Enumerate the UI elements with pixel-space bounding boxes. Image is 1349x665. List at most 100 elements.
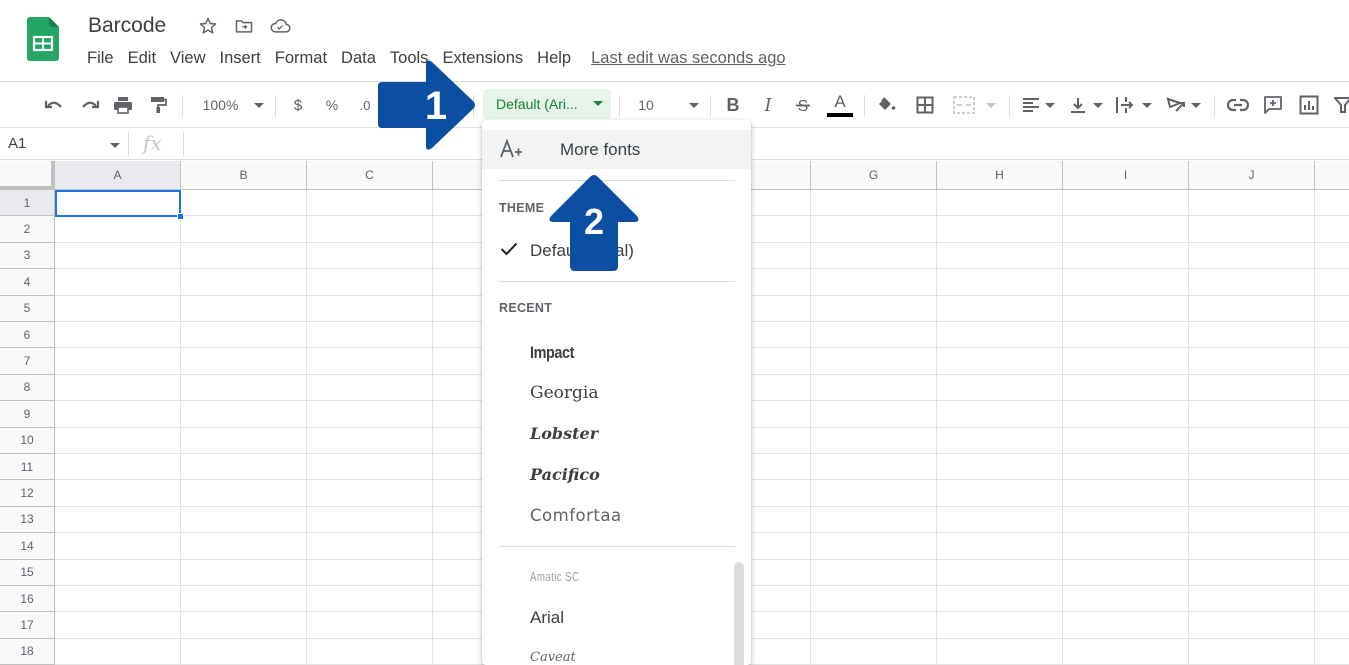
decrease-decimal-button[interactable]: .0	[354, 91, 376, 119]
font-size-input[interactable]: 10	[634, 91, 658, 119]
font-select[interactable]: Default (Ari...	[483, 89, 611, 119]
font-option-amatic-sc[interactable]: Amatic SC	[530, 569, 579, 584]
strikethrough-icon[interactable]: S	[792, 91, 814, 119]
font-option-comfortaa[interactable]: Comfortaa	[530, 506, 622, 525]
merge-cells-icon[interactable]	[952, 91, 976, 119]
row-header-1[interactable]: 1	[0, 190, 55, 217]
borders-icon[interactable]	[914, 91, 936, 119]
row-header-15[interactable]: 15	[0, 559, 55, 586]
google-sheets-logo-icon[interactable]	[27, 17, 59, 61]
undo-icon[interactable]	[42, 91, 66, 119]
row-header-18[interactable]: 18	[0, 638, 55, 665]
row-header-14[interactable]: 14	[0, 533, 55, 560]
font-option-pacifico[interactable]: Pacifico	[530, 465, 600, 484]
text-wrapping-caret-icon[interactable]	[1142, 91, 1152, 119]
redo-icon[interactable]	[78, 91, 102, 119]
active-cell-a1[interactable]	[55, 190, 181, 217]
currency-format-button[interactable]: $	[288, 91, 308, 119]
fill-color-icon[interactable]	[876, 91, 898, 119]
insert-chart-icon[interactable]	[1298, 91, 1320, 119]
menu-file[interactable]: File	[80, 49, 121, 68]
paint-format-icon[interactable]	[146, 91, 170, 119]
column-header-g[interactable]: G	[811, 161, 937, 190]
menu-view[interactable]: View	[163, 49, 212, 68]
insert-link-icon[interactable]	[1226, 91, 1250, 119]
row-header-10[interactable]: 10	[0, 427, 55, 454]
menu-help[interactable]: Help	[530, 49, 578, 68]
font-option-caveat[interactable]: Caveat	[530, 650, 576, 665]
text-rotation-icon[interactable]	[1164, 91, 1188, 119]
print-icon[interactable]	[111, 91, 135, 119]
font-option-impact[interactable]: Impact	[530, 343, 574, 363]
dropdown-scrollbar[interactable]	[734, 562, 744, 665]
move-to-folder-icon[interactable]	[233, 15, 255, 37]
cloud-saved-icon[interactable]	[269, 15, 291, 37]
column-header-i[interactable]: I	[1063, 161, 1189, 190]
annotation-arrow-2: 2	[548, 174, 640, 277]
star-icon[interactable]	[197, 15, 219, 37]
merge-caret-icon[interactable]	[985, 91, 997, 119]
column-header-j[interactable]: J	[1189, 161, 1315, 190]
percent-format-button[interactable]: %	[322, 91, 342, 119]
horizontal-align-caret-icon[interactable]	[1045, 91, 1055, 119]
name-box[interactable]: A1	[8, 135, 26, 152]
italic-button[interactable]: I	[757, 91, 779, 119]
row-header-8[interactable]: 8	[0, 374, 55, 402]
row-header-3[interactable]: 3	[0, 242, 55, 270]
font-option-arial[interactable]: Arial	[530, 608, 564, 628]
font-option-georgia[interactable]: Georgia	[530, 383, 598, 403]
zoom-dropdown-caret-icon[interactable]	[253, 91, 265, 119]
font-option-lobster[interactable]: Lobster	[530, 424, 598, 443]
add-font-icon	[499, 138, 523, 164]
row-header-6[interactable]: 6	[0, 322, 55, 349]
checkmark-icon	[500, 242, 518, 261]
text-color-swatch	[827, 113, 853, 117]
row-header-12[interactable]: 12	[0, 480, 55, 507]
row-header-13[interactable]: 13	[0, 506, 55, 534]
menu-insert[interactable]: Insert	[213, 49, 268, 68]
text-rotation-caret-icon[interactable]	[1191, 91, 1201, 119]
row-header-4[interactable]: 4	[0, 269, 55, 296]
font-select-label: Default (Ari...	[496, 96, 578, 112]
column-header-a[interactable]: A	[55, 161, 181, 190]
font-size-caret-icon[interactable]	[688, 91, 700, 119]
fill-handle[interactable]	[177, 213, 184, 220]
row-header-2[interactable]: 2	[0, 216, 55, 243]
vertical-align-icon[interactable]	[1067, 91, 1089, 119]
text-wrapping-icon[interactable]	[1114, 91, 1136, 119]
menu-format[interactable]: Format	[268, 49, 334, 68]
zoom-select[interactable]: 100%	[198, 91, 243, 119]
font-dropdown-caret-icon	[593, 101, 603, 106]
google-sheets-window: Barcode File Edit View Insert Format Dat…	[0, 0, 1349, 665]
annotation-arrow-1: 1	[376, 58, 478, 157]
row-header-9[interactable]: 9	[0, 401, 55, 428]
row-header-16[interactable]: 16	[0, 586, 55, 613]
row-header-7[interactable]: 7	[0, 348, 55, 375]
filter-icon[interactable]	[1334, 91, 1349, 119]
column-header-c[interactable]: C	[307, 161, 433, 190]
text-color-letter: A	[834, 92, 846, 111]
insert-comment-icon[interactable]	[1262, 91, 1284, 119]
bold-button[interactable]: B	[722, 91, 744, 119]
annotation-arrow-2-label: 2	[584, 201, 604, 242]
horizontal-align-icon[interactable]	[1020, 91, 1042, 119]
document-title[interactable]: Barcode	[88, 14, 166, 38]
title-bar: Barcode File Edit View Insert Format Dat…	[0, 0, 1349, 82]
select-all-corner[interactable]	[0, 161, 55, 190]
row-header-5[interactable]: 5	[0, 295, 55, 322]
more-fonts-label: More fonts	[560, 140, 641, 159]
row-header-11[interactable]: 11	[0, 454, 55, 481]
menu-edit[interactable]: Edit	[121, 49, 163, 68]
formula-input[interactable]	[190, 129, 1340, 159]
recent-section-header: RECENT	[499, 301, 553, 315]
last-edit-link[interactable]: Last edit was seconds ago	[591, 49, 785, 68]
more-fonts-item[interactable]: More fonts	[482, 130, 751, 169]
column-header-b[interactable]: B	[181, 161, 307, 190]
column-header-k[interactable]	[1315, 161, 1349, 190]
theme-section-header: THEME	[499, 201, 545, 215]
column-header-h[interactable]: H	[937, 161, 1063, 190]
name-box-caret-icon[interactable]	[110, 143, 120, 148]
row-header-17[interactable]: 17	[0, 612, 55, 639]
vertical-align-caret-icon[interactable]	[1093, 91, 1103, 119]
text-color-button[interactable]: A	[826, 91, 854, 119]
